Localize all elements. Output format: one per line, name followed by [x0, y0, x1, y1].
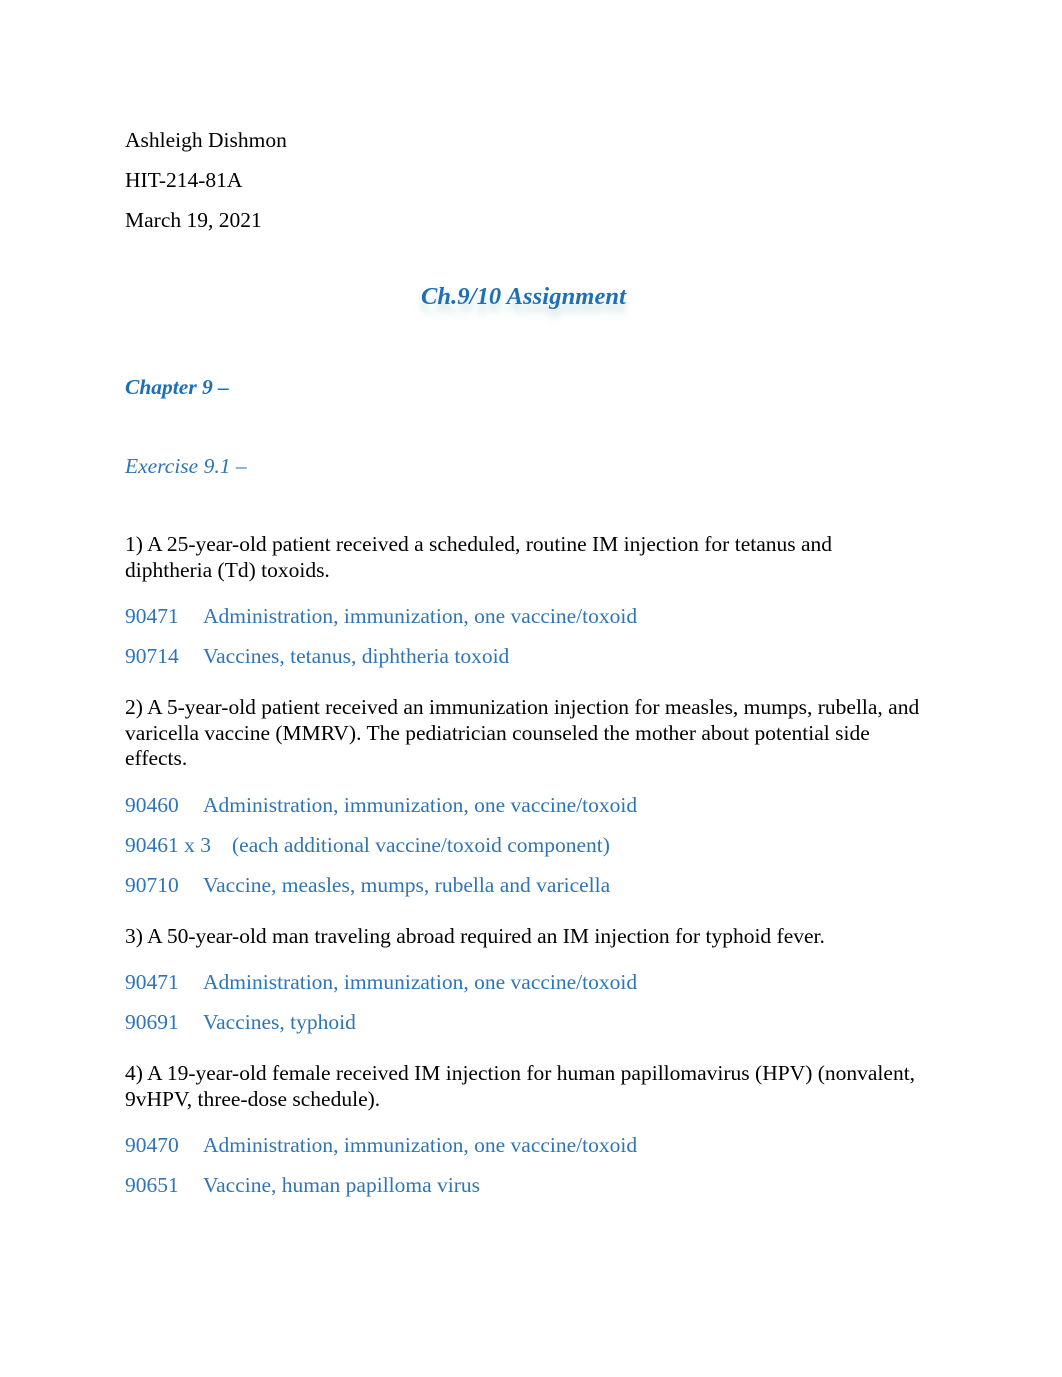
answer-code-row: 90710 Vaccine, measles, mumps, rubella a… — [125, 865, 922, 905]
date-line: March 19, 2021 — [125, 208, 262, 232]
cpt-description: Administration, immunization, one vaccin… — [203, 1133, 638, 1157]
course-line: HIT-214-81A — [125, 168, 243, 192]
exercise-heading: Exercise 9.1 – — [125, 454, 247, 478]
answer-code-row: 90651 Vaccine, human papilloma virus — [125, 1165, 922, 1205]
cpt-description: Vaccines, tetanus, diphtheria toxoid — [203, 644, 510, 668]
cpt-description: Administration, immunization, one vaccin… — [203, 970, 638, 994]
cpt-code: 90460 — [125, 792, 179, 817]
cpt-code: 90651 — [125, 1173, 179, 1197]
cpt-code: 90471 — [125, 604, 179, 628]
document-title-container: Ch.9/10 Assignment — [125, 280, 922, 314]
cpt-description: Administration, immunization, one vaccin… — [203, 604, 638, 628]
document-page: Ashleigh Dishmon HIT-214-81A March 19, 2… — [0, 0, 1062, 1377]
cpt-code: 90471 — [125, 970, 179, 994]
cpt-description: Vaccine, human papilloma virus — [203, 1173, 481, 1197]
question-text: 1) A 25-year-old patient received a sche… — [125, 532, 833, 582]
cpt-code: 90470 — [125, 1133, 179, 1157]
cpt-code: 90714 — [125, 644, 179, 668]
cpt-code: 90461 x 3 — [125, 832, 211, 857]
document-body: Ashleigh Dishmon HIT-214-81A March 19, 2… — [125, 120, 922, 1205]
cpt-code: 90710 — [125, 872, 179, 897]
answer-code-row: 90714 Vaccines, tetanus, diphtheria toxo… — [125, 636, 922, 676]
question-text: 3) A 50-year-old man traveling abroad re… — [125, 923, 825, 948]
answer-code-row: 90471 Administration, immunization, one … — [125, 962, 922, 1002]
cpt-description: Administration, immunization, one vaccin… — [203, 792, 638, 817]
cpt-code: 90691 — [125, 1010, 179, 1034]
question-text: 4) A 19-year-old female received IM inje… — [125, 1061, 916, 1111]
cpt-description: (each additional vaccine/toxoid componen… — [232, 832, 610, 857]
answer-code-row: 90460 Administration, immunization, one … — [125, 785, 922, 825]
answer-code-row: 90691 Vaccines, typhoid — [125, 1002, 922, 1042]
question-text: 2) A 5-year-old patient received an immu… — [125, 695, 920, 770]
answer-code-row: 90471 Administration, immunization, one … — [125, 596, 922, 636]
answer-code-row: 90470 Administration, immunization, one … — [125, 1125, 922, 1165]
cpt-description: Vaccine, measles, mumps, rubella and var… — [203, 872, 611, 897]
page-title: Ch.9/10 Assignment — [420, 283, 627, 310]
answer-code-row: 90461 x 3 (each additional vaccine/toxoi… — [125, 825, 922, 865]
chapter-heading: Chapter 9 – — [125, 375, 229, 399]
author-line: Ashleigh Dishmon — [125, 128, 287, 152]
cpt-description: Vaccines, typhoid — [203, 1010, 356, 1034]
